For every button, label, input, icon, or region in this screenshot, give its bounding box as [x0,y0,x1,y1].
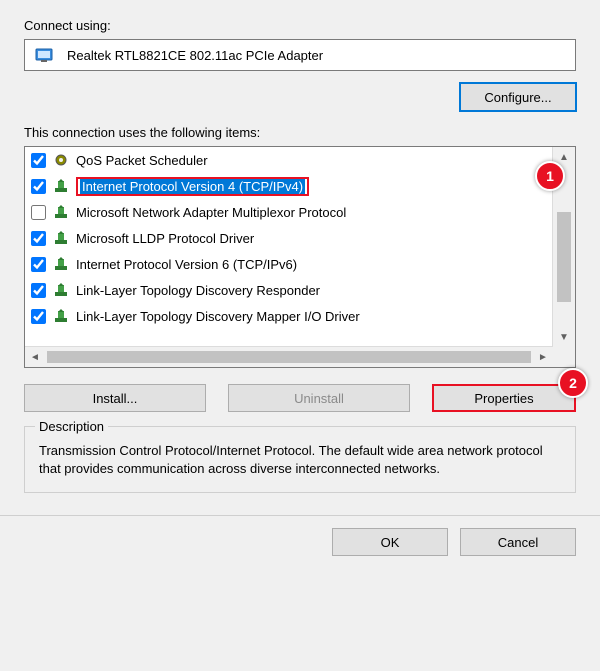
item-checkbox[interactable] [31,257,46,272]
hscroll-thumb[interactable] [47,351,531,363]
list-item[interactable]: Microsoft LLDP Protocol Driver [25,225,553,251]
item-label: Microsoft LLDP Protocol Driver [76,231,254,246]
callout-2: 2 [558,368,588,398]
description-title: Description [35,419,108,434]
list-item[interactable]: QoS Packet Scheduler [25,147,553,173]
scroll-down-icon[interactable]: ▼ [553,327,575,347]
install-button[interactable]: Install... [24,384,206,412]
item-checkbox[interactable] [31,283,46,298]
item-checkbox[interactable] [31,179,46,194]
item-label: Microsoft Network Adapter Multiplexor Pr… [76,205,346,220]
scroll-left-icon[interactable]: ◄ [25,347,45,367]
list-item[interactable]: Link-Layer Topology Discovery Mapper I/O… [25,303,553,329]
callout-1: 1 [535,161,565,191]
items-label: This connection uses the following items… [24,125,576,140]
description-text: Transmission Control Protocol/Internet P… [39,442,561,478]
properties-button[interactable]: Properties [432,384,576,412]
protocol-icon [52,282,70,298]
ok-button[interactable]: OK [332,528,448,556]
item-label: Link-Layer Topology Discovery Responder [76,283,320,298]
description-group: Description Transmission Control Protoco… [24,426,576,493]
item-label: Internet Protocol Version 6 (TCP/IPv6) [76,257,297,272]
gear-icon [52,152,70,168]
scroll-right-icon[interactable]: ► [533,347,553,367]
protocol-icon [52,230,70,246]
connect-using-label: Connect using: [24,18,576,33]
configure-button[interactable]: Configure... [460,83,576,111]
adapter-name: Realtek RTL8821CE 802.11ac PCIe Adapter [67,48,323,63]
protocol-icon [52,178,70,194]
protocol-icon [52,256,70,272]
selection-highlight: Internet Protocol Version 4 (TCP/IPv4) [76,177,309,196]
cancel-button[interactable]: Cancel [460,528,576,556]
item-label: Internet Protocol Version 4 (TCP/IPv4) [80,179,305,194]
item-checkbox[interactable] [31,153,46,168]
network-adapter-icon [35,46,57,64]
item-checkbox[interactable] [31,205,46,220]
list-item[interactable]: Microsoft Network Adapter Multiplexor Pr… [25,199,553,225]
adapter-field: Realtek RTL8821CE 802.11ac PCIe Adapter [24,39,576,71]
item-checkbox[interactable] [31,309,46,324]
item-label: QoS Packet Scheduler [76,153,208,168]
protocol-icon [52,204,70,220]
protocol-icon [52,308,70,324]
list-item[interactable]: Internet Protocol Version 4 (TCP/IPv4) [25,173,553,199]
uninstall-button: Uninstall [228,384,410,412]
horizontal-scrollbar[interactable]: ◄ ► [25,346,553,367]
list-item[interactable]: Internet Protocol Version 6 (TCP/IPv6) [25,251,553,277]
items-listbox[interactable]: QoS Packet Scheduler Internet Protocol Ve… [24,146,576,368]
list-item[interactable]: Link-Layer Topology Discovery Responder [25,277,553,303]
item-checkbox[interactable] [31,231,46,246]
item-label: Link-Layer Topology Discovery Mapper I/O… [76,309,360,324]
scroll-thumb[interactable] [557,212,571,302]
